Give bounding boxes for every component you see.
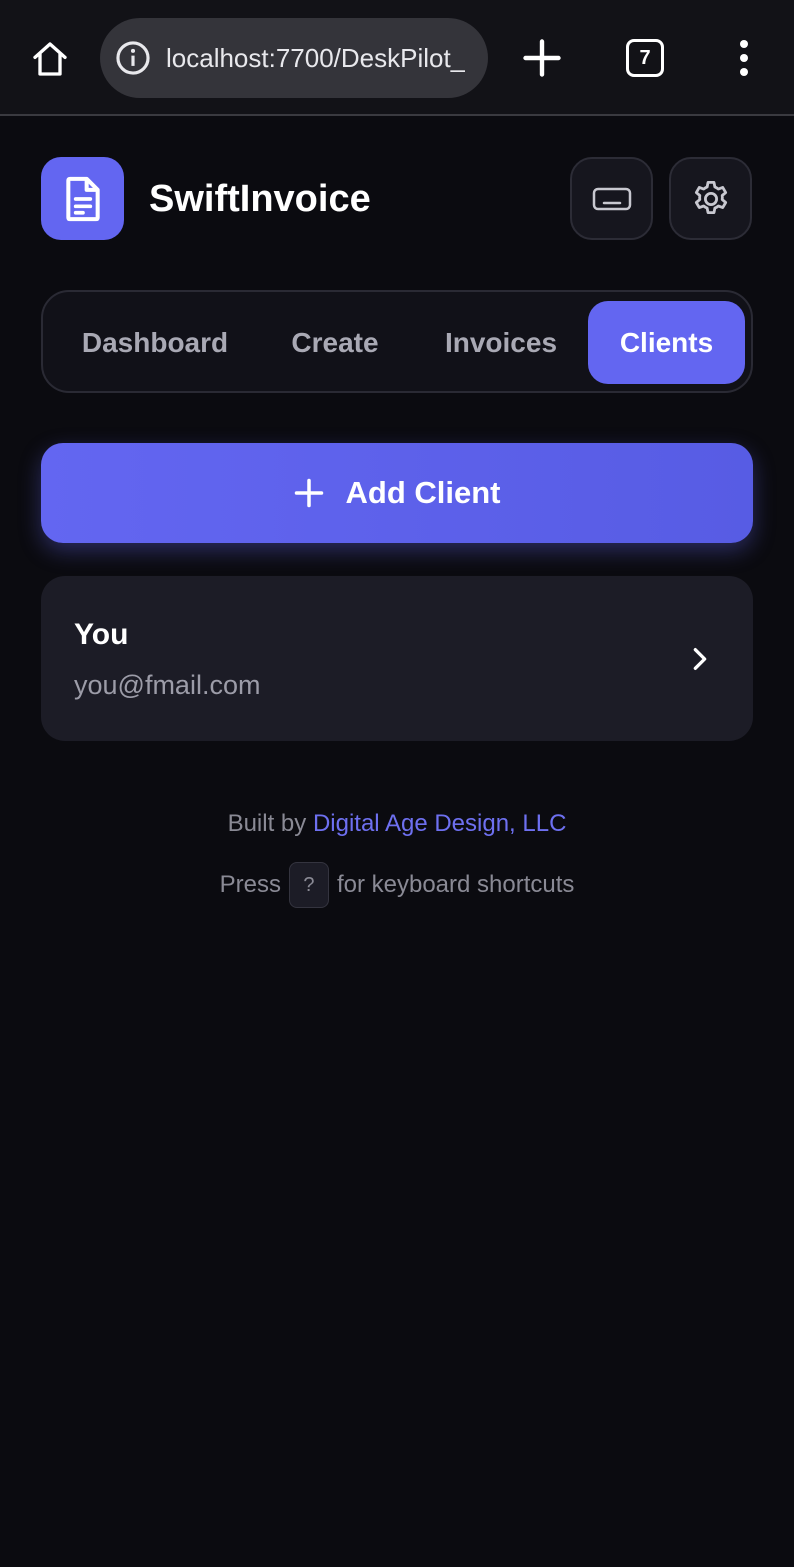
plus-icon — [294, 478, 323, 508]
info-icon[interactable] — [114, 39, 152, 77]
more-vertical-icon[interactable] — [732, 38, 756, 78]
main-nav-tabs: Dashboard Create Invoices Clients — [41, 290, 753, 393]
add-client-label: Add Client — [345, 475, 501, 510]
client-name: You — [74, 618, 129, 651]
footer-shortcut-hint: Press ? for keyboard shortcuts — [0, 862, 794, 908]
shortcut-hint-suffix: for keyboard shortcuts — [336, 871, 575, 898]
shortcut-key: ? — [288, 862, 329, 908]
footer-credit: Built by Digital Age Design, LLC — [0, 810, 794, 838]
tab-invoices[interactable]: Invoices — [423, 301, 579, 384]
tab-count: 7 — [639, 46, 651, 69]
add-client-button[interactable]: Add Client — [41, 443, 753, 543]
browser-toolbar: localhost:7700/DeskPilot_ 7 — [0, 0, 794, 116]
footer-credit-link[interactable]: Digital Age Design, LLC — [313, 810, 566, 837]
tab-create[interactable]: Create — [267, 301, 403, 384]
settings-button[interactable] — [669, 157, 752, 240]
gear-icon — [694, 180, 727, 214]
home-button[interactable] — [24, 34, 76, 84]
client-email: you@fmail.com — [74, 670, 261, 700]
new-tab-button[interactable] — [520, 36, 564, 80]
tab-dashboard[interactable]: Dashboard — [63, 301, 247, 384]
address-bar[interactable]: localhost:7700/DeskPilot_ — [100, 18, 488, 98]
client-list-item[interactable]: You you@fmail.com — [41, 576, 753, 741]
document-icon — [65, 176, 100, 221]
keyboard-icon — [592, 187, 631, 210]
keyboard-shortcuts-button[interactable] — [570, 157, 653, 240]
chevron-right-icon — [693, 648, 707, 670]
tab-clients[interactable]: Clients — [588, 301, 745, 384]
app-logo — [41, 157, 124, 240]
app-title: SwiftInvoice — [149, 178, 371, 220]
footer-credit-prefix: Built by — [227, 810, 307, 837]
home-icon — [33, 42, 67, 76]
url-text[interactable]: localhost:7700/DeskPilot_ — [166, 43, 465, 74]
tab-switcher-button[interactable]: 7 — [626, 39, 664, 77]
shortcut-hint-prefix: Press — [219, 871, 281, 898]
